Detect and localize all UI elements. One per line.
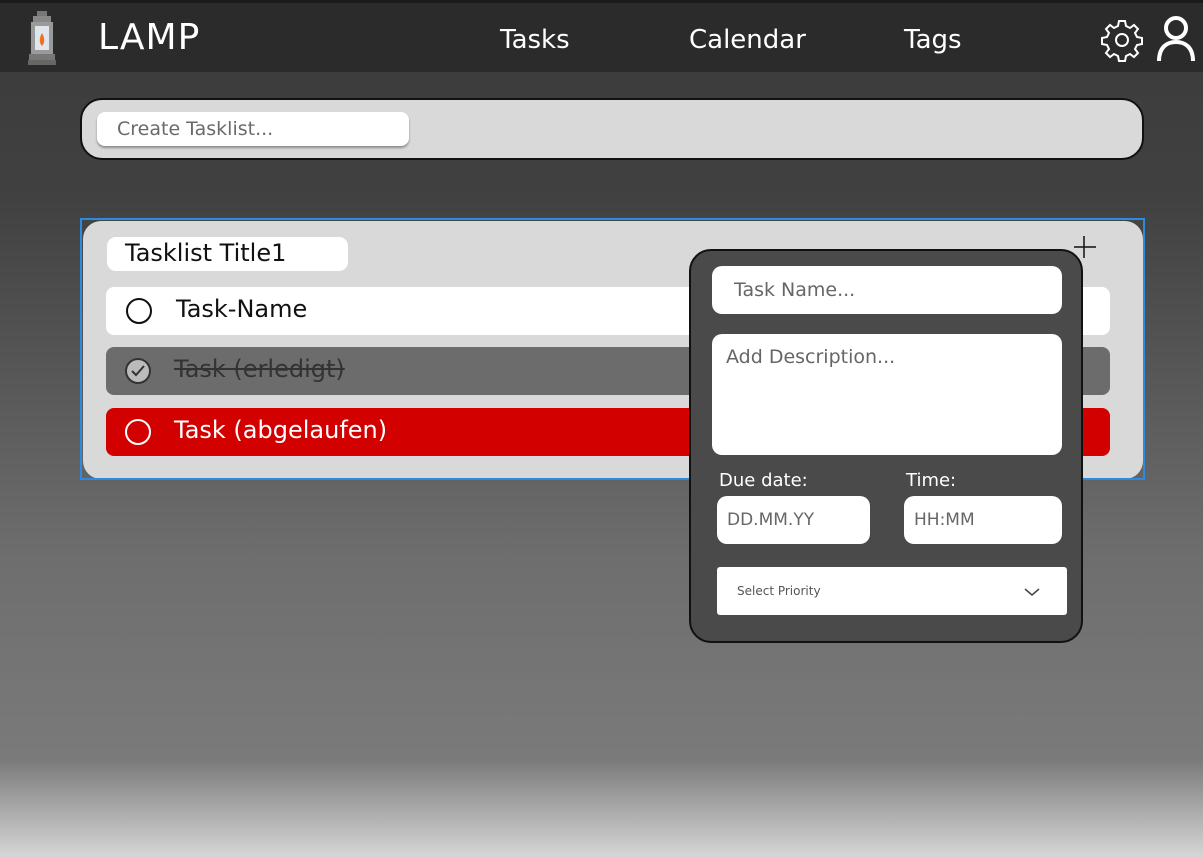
nav-calendar[interactable]: Calendar [689, 25, 806, 55]
priority-select[interactable]: Select Priority [717, 567, 1067, 615]
chevron-down-icon [1024, 588, 1040, 596]
due-date-input[interactable] [717, 496, 870, 544]
due-date-label: Due date: [719, 470, 808, 491]
nav-tasks[interactable]: Tasks [500, 25, 570, 55]
plus-icon[interactable] [1074, 236, 1096, 258]
app-title: LAMP [98, 17, 201, 58]
task-name-input[interactable] [712, 266, 1062, 314]
tasklist-title[interactable]: Tasklist Title1 [107, 237, 348, 271]
user-icon[interactable] [1156, 15, 1196, 63]
description-field[interactable] [712, 334, 1062, 455]
circle-check-icon[interactable] [125, 358, 151, 384]
task-label: Task (erledigt) [174, 355, 345, 383]
priority-select-label: Select Priority [737, 584, 821, 598]
nav-tags[interactable]: Tags [904, 25, 962, 55]
time-label: Time: [906, 470, 957, 491]
lantern-logo-icon [28, 11, 56, 65]
gear-icon[interactable] [1100, 18, 1144, 62]
top-bar: LAMP Tasks Calendar Tags [0, 0, 1203, 72]
task-checkbox[interactable] [126, 298, 152, 324]
create-tasklist-input[interactable] [97, 112, 409, 146]
task-label: Task (abgelaufen) [174, 416, 388, 444]
task-checkbox[interactable] [125, 419, 151, 445]
task-label: Task-Name [176, 295, 308, 323]
time-input[interactable] [904, 496, 1062, 544]
